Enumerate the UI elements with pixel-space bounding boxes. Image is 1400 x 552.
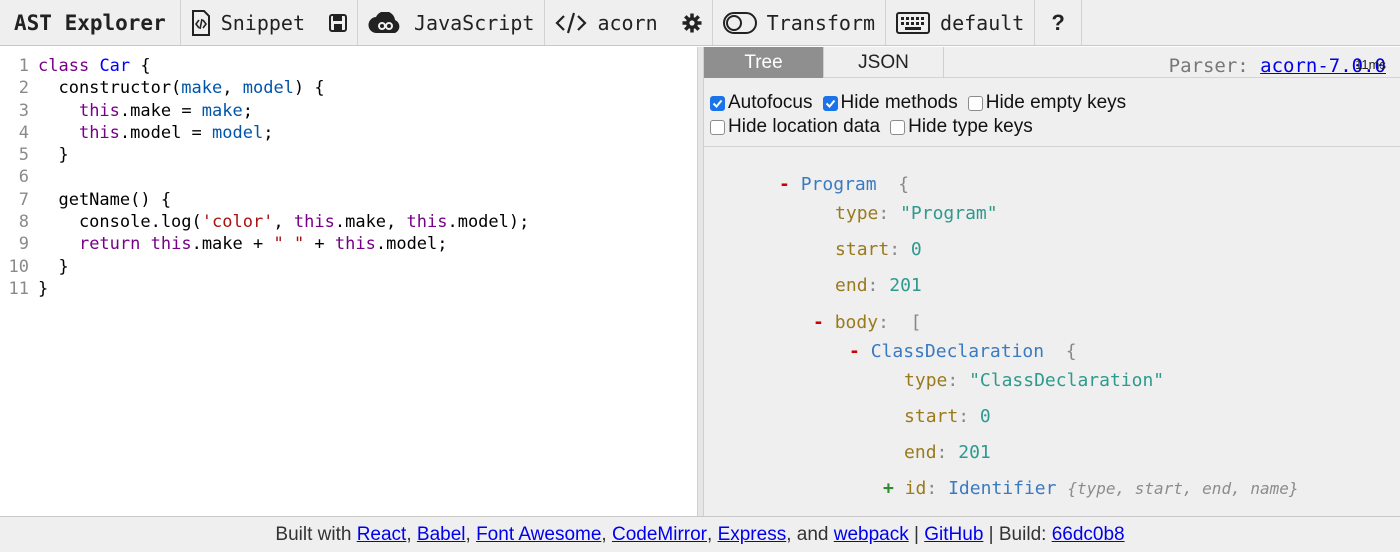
tree-options: Autofocus Hide methods Hide empty keys H… (710, 91, 1390, 139)
code-line: 10 } (0, 256, 697, 278)
pane-splitter[interactable] (697, 47, 704, 516)
line-number: 6 (18, 167, 29, 188)
link-react[interactable]: React (357, 524, 407, 546)
parse-time: 11ms (1355, 57, 1386, 72)
option-hide-empty-keys[interactable]: Hide empty keys (967, 92, 1127, 114)
gear-icon[interactable] (682, 13, 702, 33)
code-line: 2 constructor(make, model) { (0, 77, 697, 99)
line-number: 4 (18, 122, 29, 143)
code-line: 4 this.model = model; (0, 122, 697, 144)
option-label: Hide location data (728, 116, 881, 137)
link-github[interactable]: GitHub (924, 524, 983, 546)
line-number: 2 (18, 78, 29, 99)
option-label: Hide empty keys (985, 92, 1127, 113)
code-line: 9 return this.make + " " + this.model; (0, 233, 697, 255)
language-label: JavaScript (414, 10, 535, 35)
code-editor[interactable]: 1 class Car { 2 constructor(make, model)… (0, 47, 697, 516)
keyword-token: class (38, 56, 90, 76)
snippet-label: Snippet (220, 10, 306, 35)
link-build[interactable]: 66dc0b8 (1052, 524, 1125, 546)
parser-info: Parser: acorn-7.0.0 (1169, 55, 1386, 77)
checkbox-checked-icon[interactable] (822, 95, 838, 111)
checkbox-unchecked-icon[interactable] (890, 119, 906, 135)
parser-label: acorn (597, 10, 658, 35)
toggle-off-icon (722, 11, 757, 34)
footer: Built with React, Babel, Font Awesome, C… (0, 516, 1400, 552)
save-icon[interactable] (329, 13, 348, 32)
footer-text: Built with (275, 523, 357, 545)
link-webpack[interactable]: webpack (834, 524, 909, 546)
line-number: 3 (18, 100, 29, 121)
option-autofocus[interactable]: Autofocus (710, 92, 813, 114)
link-font-awesome[interactable]: Font Awesome (476, 524, 601, 546)
code-line: 6 (0, 166, 697, 188)
transform-toggle[interactable]: Transform (713, 0, 887, 45)
line-number: 7 (18, 189, 29, 210)
snippet-menu[interactable]: Snippet (181, 0, 359, 45)
language-menu[interactable]: JavaScript (358, 0, 546, 45)
line-number: 9 (18, 234, 29, 255)
parser-prefix: Parser: (1168, 55, 1261, 77)
option-label: Hide type keys (908, 116, 1033, 137)
divider (704, 146, 1400, 147)
toolbar: AST Explorer Snippet JavaScript acorn Tr… (0, 0, 1400, 46)
code-line: 3 this.make = make; (0, 100, 697, 122)
code-line: 5 } (0, 144, 697, 166)
line-number: 5 (18, 145, 29, 166)
tree-prop: superClass: null (839, 493, 1077, 516)
link-express[interactable]: Express (718, 524, 787, 546)
output-panel: Tree JSON Parser: acorn-7.0.0 11ms Autof… (704, 47, 1400, 516)
help-button[interactable]: ? (1035, 0, 1082, 45)
keymap-menu[interactable]: default (886, 0, 1036, 45)
code-line: 1 class Car { (0, 55, 697, 77)
class-name-token: Car (99, 56, 131, 76)
code-file-icon (191, 9, 211, 36)
checkbox-checked-icon[interactable] (710, 95, 725, 111)
link-codemirror[interactable]: CodeMirror (612, 524, 707, 546)
option-label: Autofocus (728, 92, 813, 113)
app-title: AST Explorer (0, 0, 181, 45)
code-icon (555, 12, 587, 34)
checkbox-unchecked-icon[interactable] (710, 119, 725, 135)
tab-json[interactable]: JSON (824, 47, 944, 78)
keyboard-icon (896, 11, 931, 34)
node-summary: {type, start, end, name} (1067, 479, 1299, 498)
option-hide-type-keys[interactable]: Hide type keys (890, 116, 1033, 138)
tab-tree[interactable]: Tree (704, 47, 824, 78)
option-hide-methods[interactable]: Hide methods (822, 92, 958, 114)
checkbox-unchecked-icon[interactable] (967, 95, 983, 111)
code-line: 7 getName() { (0, 189, 697, 211)
transform-label: Transform (766, 10, 876, 35)
code-line: 11 } (0, 278, 697, 300)
keymap-label: default (940, 10, 1025, 35)
line-number: 8 (18, 212, 29, 233)
parser-menu[interactable]: acorn (545, 0, 713, 45)
code-line: 8 console.log('color', this.make, this.m… (0, 211, 697, 233)
cloud-icon (368, 11, 404, 34)
line-number: 11 (8, 278, 29, 299)
line-number: 1 (18, 56, 29, 76)
line-number: 10 (8, 256, 29, 277)
link-babel[interactable]: Babel (417, 524, 466, 546)
option-hide-location-data[interactable]: Hide location data (710, 116, 880, 138)
option-label: Hide methods (840, 92, 958, 113)
